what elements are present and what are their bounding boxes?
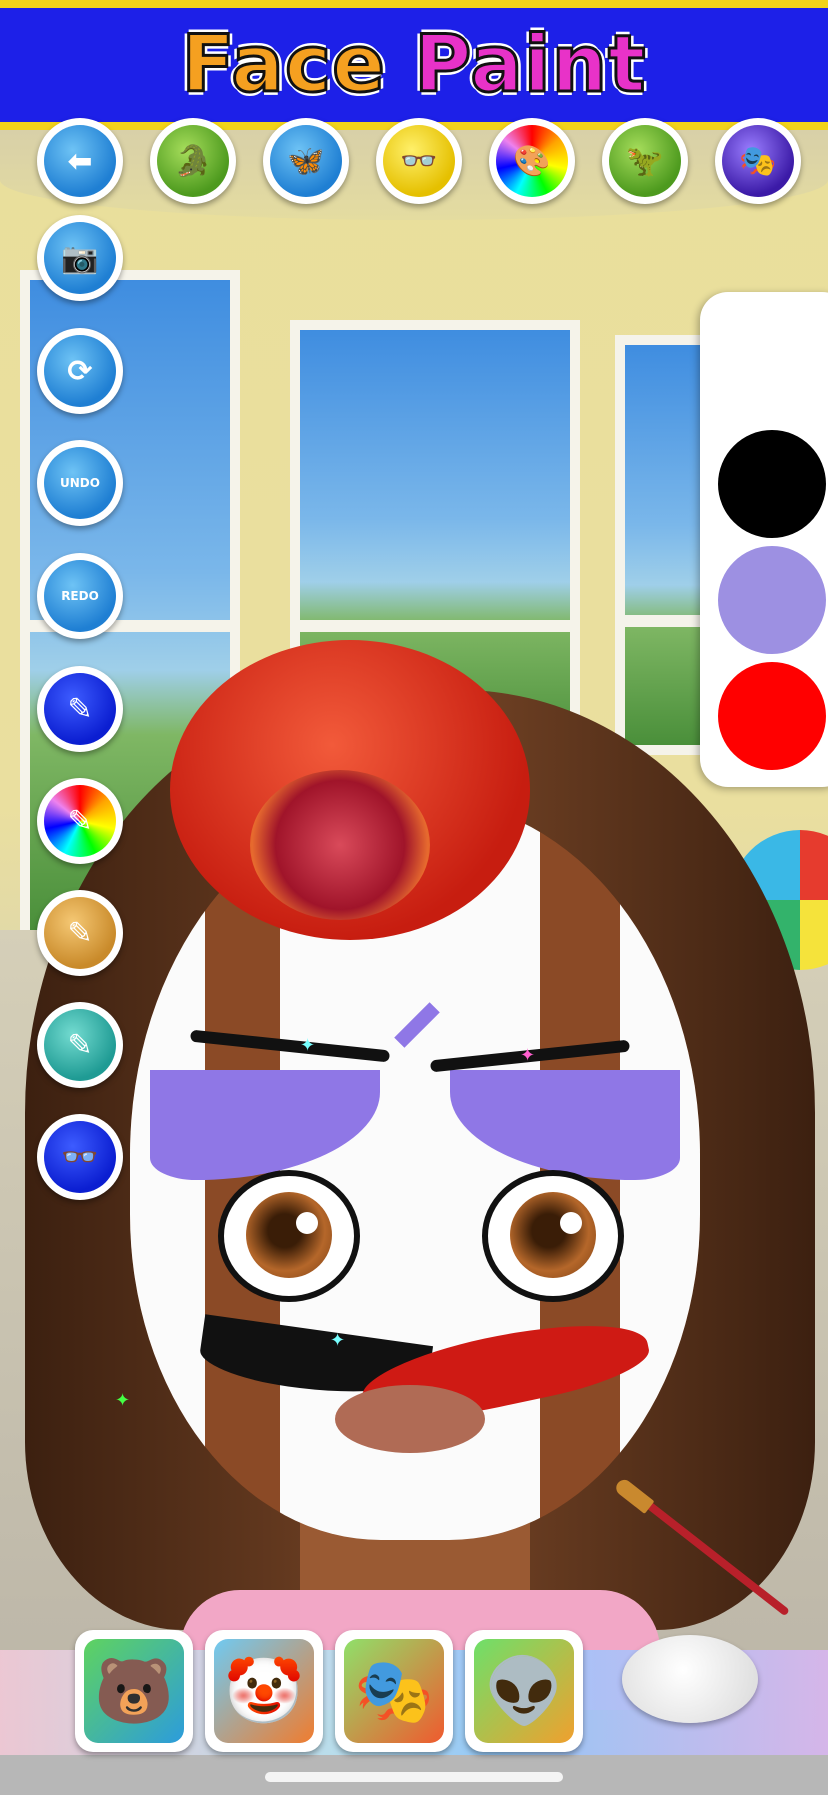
swatch-black[interactable] [718,430,826,538]
rainbow-brush-icon: ✎ [67,803,93,839]
app-header: Face Paint [0,0,828,130]
mask-face-icon: 🎭 [354,1654,434,1729]
eye-left [218,1170,360,1302]
gold-brush-icon: ✎ [67,915,93,951]
teal-brush-icon: ✎ [67,1027,93,1063]
glasses-category[interactable]: 👓 [376,118,462,204]
title-paint: Paint [413,19,647,112]
rainbow-brush-button[interactable]: ✎ [37,778,123,864]
eyewear-button[interactable]: 👓 [37,1114,123,1200]
color-palette [700,292,828,787]
glitter-teal-brush-button[interactable]: ✎ [37,1002,123,1088]
butterfly-icon: 🦋 [287,143,325,179]
brush-icon: ✎ [67,691,93,727]
glasses-icon: 👓 [400,143,438,179]
sparkle: ✦ [115,1390,131,1411]
template-bear[interactable]: 🐻 [75,1630,193,1752]
swatch-white[interactable] [718,314,826,422]
swatch-red[interactable] [718,662,826,770]
blue-face-icon: 👽 [484,1654,564,1729]
template-clown[interactable]: 🤡 [205,1630,323,1752]
brush-tool-button[interactable]: ✎ [37,666,123,752]
camera-icon: 📷 [61,240,99,276]
sponge[interactable] [622,1635,758,1723]
title-face: Face [180,19,415,112]
redo-button[interactable]: REDO [37,553,123,639]
eye-right [482,1170,624,1302]
mask-category[interactable]: 🎭 [715,118,801,204]
sparkle: ✦ [300,1035,316,1056]
back-button[interactable]: ⬅ [37,118,123,204]
app-title: Face Paint [180,19,647,112]
sunglasses-icon: 👓 [61,1139,99,1175]
butterfly-category[interactable]: 🦋 [263,118,349,204]
undo-button[interactable]: UNDO [37,440,123,526]
bear-face-icon: 🐻 [94,1654,174,1729]
reset-button[interactable]: ⟳ [37,328,123,414]
palette-category[interactable]: 🎨 [489,118,575,204]
glitter-gold-brush-button[interactable]: ✎ [37,890,123,976]
crocodile-icon: 🐊 [174,143,212,179]
refresh-icon: ⟳ [67,353,93,389]
camera-button[interactable]: 📷 [37,215,123,301]
rose-decoration [250,770,430,920]
template-mask[interactable]: 🎭 [335,1630,453,1752]
dinosaur-icon: 🦖 [626,143,664,179]
paint-palette-icon: 🎨 [513,143,551,179]
sparkle: ✦ [330,1330,346,1351]
dinosaur-category[interactable]: 🦖 [602,118,688,204]
undo-label: UNDO [60,476,100,490]
template-alien[interactable]: 👽 [465,1630,583,1752]
crocodile-category[interactable]: 🐊 [150,118,236,204]
arrow-left-icon: ⬅ [67,143,93,179]
swatch-lavender[interactable] [718,546,826,654]
sparkle: ✦ [520,1045,536,1066]
redo-label: REDO [61,589,99,603]
clown-face-icon: 🤡 [224,1654,304,1729]
home-indicator[interactable] [265,1772,563,1782]
lips [335,1385,485,1453]
mask-icon: 🎭 [739,143,777,179]
